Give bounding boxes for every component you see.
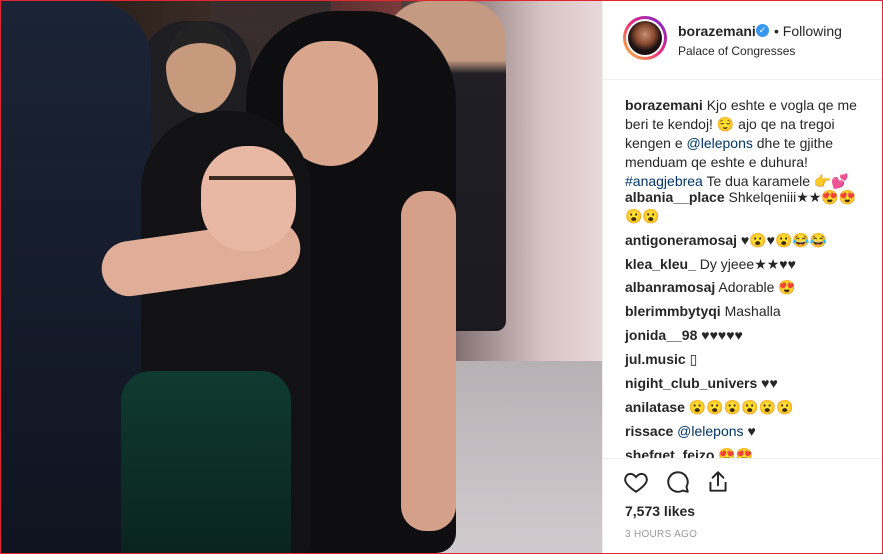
comment-username[interactable]: albania__place bbox=[625, 189, 725, 205]
likes-count[interactable]: 7,573 likes bbox=[625, 503, 695, 519]
comment: klea_kleu_ Dy yjeee★★♥♥ bbox=[625, 255, 865, 274]
comment-text: 😮😮😮😮😮😮 bbox=[688, 399, 794, 415]
comment: nigiht_club_univers ♥♥ bbox=[625, 374, 865, 393]
caption-mention[interactable]: @lelepons bbox=[687, 135, 753, 151]
comment-username[interactable]: nigiht_club_univers bbox=[625, 375, 757, 391]
comment-icon[interactable] bbox=[665, 469, 691, 495]
header-username[interactable]: borazemani bbox=[678, 23, 756, 39]
comment: albania__place Shkelqeniii★★😍😍😮😮 bbox=[625, 188, 865, 226]
comment: antigoneramosaj ♥😮♥😮😂😂 bbox=[625, 231, 865, 250]
photo-person-cap-head bbox=[166, 21, 236, 113]
comment-text: ♥ bbox=[747, 423, 756, 439]
comment-text: 😍😍 bbox=[718, 447, 754, 458]
photo-girl-glasses bbox=[209, 176, 294, 206]
window-frame: borazemani ✓ • Following Palace of Congr… bbox=[0, 0, 883, 554]
post-timestamp[interactable]: 3 HOURS AGO bbox=[625, 529, 697, 540]
comment: jul.music ▯ bbox=[625, 350, 865, 369]
comment-username[interactable]: antigoneramosaj bbox=[625, 232, 737, 248]
share-icon[interactable] bbox=[705, 469, 731, 495]
comment-text: ♥♥ bbox=[761, 375, 778, 391]
avatar[interactable] bbox=[623, 16, 667, 60]
avatar-image bbox=[628, 21, 662, 55]
verified-badge-icon: ✓ bbox=[756, 24, 769, 37]
comment-username[interactable]: anilatase bbox=[625, 399, 685, 415]
comments-list[interactable]: borazemani Kjo eshte e vogla qe me beri … bbox=[603, 80, 882, 458]
comment-username[interactable]: jonida__98 bbox=[625, 327, 697, 343]
location-link[interactable]: Palace of Congresses bbox=[678, 44, 795, 58]
follow-status-button[interactable]: • Following bbox=[774, 23, 842, 39]
post-actions: 7,573 likes 3 HOURS AGO bbox=[603, 458, 882, 553]
comment: shefqet_feizo 😍😍 bbox=[625, 446, 865, 458]
comment-text: Mashalla bbox=[724, 303, 781, 319]
comment-username[interactable]: rissace bbox=[625, 423, 673, 439]
comment: jonida__98 ♥♥♥♥♥ bbox=[625, 326, 865, 345]
comment: blerimmbytyqi Mashalla bbox=[625, 302, 865, 321]
comment-mention[interactable]: @lelepons bbox=[677, 423, 743, 439]
comment-username[interactable]: blerimmbytyqi bbox=[625, 303, 721, 319]
photo-woman-arm bbox=[401, 191, 456, 531]
caption-hashtag[interactable]: #anagjebrea bbox=[625, 173, 703, 189]
post-header: borazemani ✓ • Following Palace of Congr… bbox=[603, 1, 882, 80]
comment-text: Dy yjeee★★♥♥ bbox=[699, 256, 796, 272]
caption-text-3: Te dua karamele 👉💕 bbox=[702, 173, 849, 189]
photo-girl-skirt bbox=[121, 371, 291, 553]
heart-icon[interactable] bbox=[623, 469, 649, 495]
comment-username[interactable]: shefqet_feizo bbox=[625, 447, 714, 458]
comment-text: ♥♥♥♥♥ bbox=[701, 327, 743, 343]
comment-text: Adorable 😍 bbox=[718, 279, 796, 295]
comment: anilatase 😮😮😮😮😮😮 bbox=[625, 398, 865, 417]
comment-text: ▯ bbox=[689, 351, 698, 367]
comment-username[interactable]: albanramosaj bbox=[625, 279, 715, 295]
comment-username[interactable]: klea_kleu_ bbox=[625, 256, 696, 272]
post-caption: borazemani Kjo eshte e vogla qe me beri … bbox=[625, 96, 865, 191]
comment: albanramosaj Adorable 😍 bbox=[625, 278, 865, 297]
comment: rissace @lelepons ♥ bbox=[625, 422, 865, 441]
post-photo[interactable] bbox=[1, 1, 602, 553]
comment-text: ♥😮♥😮😂😂 bbox=[740, 232, 828, 248]
caption-username[interactable]: borazemani bbox=[625, 97, 703, 113]
post-side-panel: borazemani ✓ • Following Palace of Congr… bbox=[602, 1, 882, 553]
comment-username[interactable]: jul.music bbox=[625, 351, 686, 367]
